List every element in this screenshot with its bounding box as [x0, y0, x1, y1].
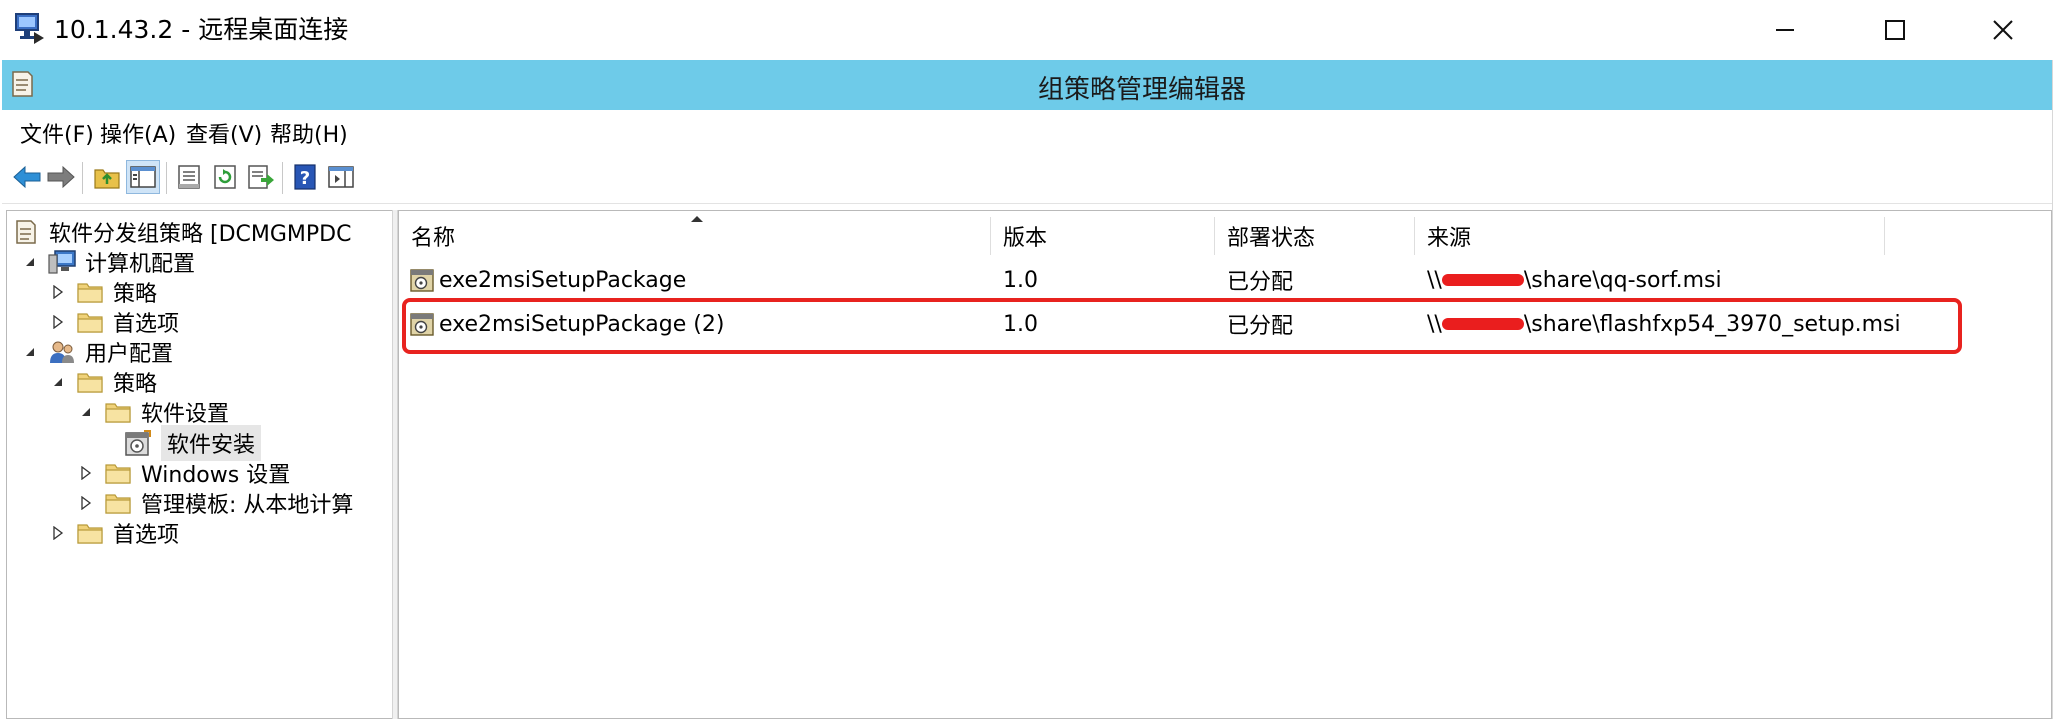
back-button[interactable] — [10, 160, 44, 194]
close-icon — [1993, 20, 2013, 40]
column-header-label: 来源 — [1427, 226, 1472, 251]
folder-open-icon — [75, 368, 105, 396]
menu-file[interactable]: 文件(F) — [20, 117, 94, 149]
minimize-button[interactable] — [1740, 0, 1830, 60]
refresh-icon — [214, 165, 236, 189]
policy-document-icon — [11, 218, 41, 246]
expand-arrow-icon[interactable] — [47, 281, 69, 303]
toolbar-separator — [166, 162, 167, 194]
folder-icon — [103, 489, 133, 517]
collapse-arrow-icon[interactable] — [47, 371, 69, 393]
folder-icon — [75, 308, 105, 336]
row-name-cell: exe2msiSetupPackage — [409, 261, 686, 299]
menu-action[interactable]: 操作(A) — [100, 117, 176, 149]
close-button[interactable] — [1958, 0, 2048, 60]
column-header-label: 部署状态 — [1227, 226, 1316, 251]
column-header-label: 版本 — [1003, 226, 1048, 251]
folder-icon — [103, 459, 133, 487]
back-icon — [13, 165, 41, 189]
help-icon: ? — [294, 164, 316, 190]
users-icon — [47, 338, 77, 366]
app-title-bar: 组策略管理编辑器 — [2, 60, 2052, 110]
maximize-button[interactable] — [1850, 0, 1940, 60]
table-row[interactable]: exe2msiSetupPackage 1.0 已分配 \\ \share\qq… — [399, 261, 2051, 299]
help-button[interactable]: ? — [288, 160, 322, 194]
collapse-arrow-icon[interactable] — [19, 341, 41, 363]
software-install-icon — [123, 429, 153, 457]
sort-ascending-icon — [690, 215, 704, 223]
up-folder-icon — [94, 169, 120, 189]
svg-text:?: ? — [300, 168, 310, 189]
remote-desktop-icon — [14, 12, 46, 46]
show-action-pane-icon — [328, 166, 354, 188]
list-pane: 名称 版本 部署状态 来源 exe2msiSetupPackage 1.0 已分… — [398, 210, 2052, 719]
folder-open-icon — [103, 398, 133, 426]
show-hide-tree-icon — [130, 166, 156, 188]
package-icon — [409, 267, 435, 293]
expand-arrow-icon[interactable] — [47, 522, 69, 544]
tree-pane: 软件分发组策略 [DCMGMPDC 计算机配置 策略 首选项 用户配置 策略 软… — [6, 210, 392, 719]
folder-icon — [75, 278, 105, 306]
highlight-box — [402, 298, 1962, 354]
properties-icon — [178, 165, 200, 189]
show-hide-tree-button[interactable] — [126, 160, 160, 194]
menu-help[interactable]: 帮助(H) — [270, 117, 348, 149]
menu-view[interactable]: 查看(V) — [186, 117, 262, 149]
export-list-button[interactable] — [244, 160, 278, 194]
expand-arrow-icon[interactable] — [75, 462, 97, 484]
right-scroll-edge — [2052, 60, 2070, 719]
toolbar: ? — [2, 152, 2052, 204]
properties-button[interactable] — [172, 160, 206, 194]
collapse-arrow-icon[interactable] — [75, 401, 97, 423]
column-header-version[interactable]: 版本 — [991, 217, 1215, 255]
toolbar-separator — [282, 162, 283, 194]
folder-icon — [75, 519, 105, 547]
menu-bar: 文件(F) 操作(A) 查看(V) 帮助(H) — [2, 110, 2052, 152]
show-action-pane-button[interactable] — [324, 160, 358, 194]
computer-icon — [47, 248, 77, 276]
column-header-status[interactable]: 部署状态 — [1215, 217, 1415, 255]
expand-arrow-icon[interactable] — [47, 311, 69, 333]
minimize-icon — [1776, 29, 1794, 31]
forward-icon — [47, 165, 75, 189]
export-list-icon — [248, 165, 274, 189]
redaction-mark — [1441, 274, 1524, 286]
row-status: 已分配 — [1227, 270, 1294, 295]
app-title: 组策略管理编辑器 — [1037, 75, 1246, 105]
source-prefix: \\ — [1427, 267, 1442, 293]
toolbar-separator — [82, 162, 83, 194]
refresh-button[interactable] — [208, 160, 242, 194]
source-suffix: \share\qq-sorf.msi — [1523, 267, 1722, 293]
column-header-label: 名称 — [411, 226, 456, 251]
expand-arrow-icon[interactable] — [75, 492, 97, 514]
row-name: exe2msiSetupPackage — [439, 267, 687, 293]
tree-item-label: 首选项 — [113, 523, 180, 548]
column-header-source[interactable]: 来源 — [1415, 217, 1885, 255]
maximize-icon — [1885, 20, 1905, 40]
forward-button[interactable] — [44, 160, 78, 194]
up-folder-button[interactable] — [90, 160, 124, 194]
collapse-arrow-icon[interactable] — [19, 251, 41, 273]
rdp-window-title: 10.1.43.2 - 远程桌面连接 — [54, 15, 349, 44]
tree-item-user-preferences[interactable]: 首选项 — [47, 514, 179, 552]
row-source: \\ \share\qq-sorf.msi — [1427, 261, 1722, 299]
row-version: 1.0 — [1003, 267, 1038, 293]
rdp-title-bar: 10.1.43.2 - 远程桌面连接 — [0, 0, 2070, 60]
